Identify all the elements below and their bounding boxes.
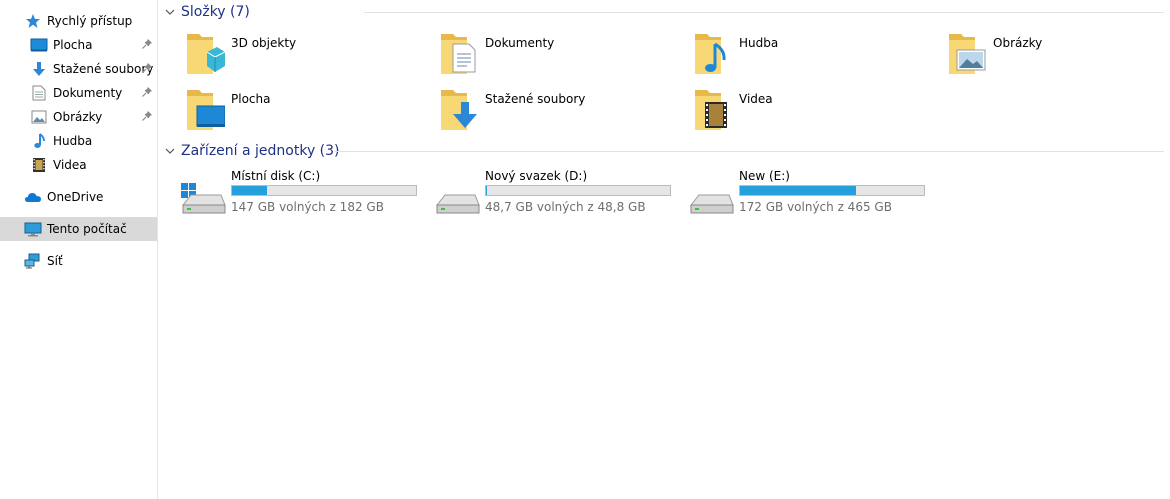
drive-name: Místní disk (C:) <box>231 169 321 183</box>
folder-tile-3d-objekty[interactable]: 3D objekty <box>185 30 425 82</box>
documents-folder-icon <box>441 34 476 74</box>
drive-tile-c[interactable]: Místní disk (C:) 147 GB volných z 182 GB <box>181 169 431 221</box>
drive-usage-fill <box>232 186 267 195</box>
pictures-folder-icon <box>949 34 986 74</box>
folder-tile-hudba[interactable]: Hudba <box>693 30 933 82</box>
sidebar-item-label: Dokumenty <box>53 86 123 100</box>
chevron-down-icon[interactable] <box>164 6 176 18</box>
pin-icon[interactable] <box>141 38 153 50</box>
sidebar-item-label: Hudba <box>53 134 93 148</box>
group-divider <box>334 151 1164 152</box>
sidebar-item-label: OneDrive <box>47 190 104 204</box>
system-drive-icon <box>181 183 226 214</box>
drive-usage-bar <box>739 185 925 196</box>
sidebar-item-dokumenty[interactable]: Dokumenty <box>0 81 157 105</box>
drive-tile-e[interactable]: New (E:) 172 GB volných z 465 GB <box>689 169 939 221</box>
drive-free-space: 147 GB volných z 182 GB <box>231 200 384 214</box>
sidebar-item-onedrive[interactable]: OneDrive <box>0 185 157 209</box>
folder-name: Plocha <box>231 92 271 106</box>
sidebar-item-stazene-soubory[interactable]: Stažené soubory <box>0 57 157 81</box>
drive-tile-d[interactable]: Nový svazek (D:) 48,7 GB volných z 48,8 … <box>435 169 685 221</box>
drive-free-space: 172 GB volných z 465 GB <box>739 200 892 214</box>
desktop-folder-icon <box>187 90 225 130</box>
pin-icon[interactable] <box>141 86 153 98</box>
folder-tile-stazene-soubory[interactable]: Stažené soubory <box>439 86 679 138</box>
sidebar-item-label: Obrázky <box>53 110 103 124</box>
navigation-pane: Rychlý přístup Plocha Stažené soubory Do… <box>0 0 158 499</box>
sidebar-item-label: Stažené soubory <box>53 62 154 76</box>
chevron-down-icon[interactable] <box>164 145 176 157</box>
folder-name: Dokumenty <box>485 36 555 50</box>
onedrive-cloud-icon <box>24 188 42 206</box>
drive-free-space: 48,7 GB volných z 48,8 GB <box>485 200 646 214</box>
group-title: Zařízení a jednotky (3) <box>181 143 340 159</box>
folder-tile-dokumenty[interactable]: Dokumenty <box>439 30 679 82</box>
sidebar-item-obrazky[interactable]: Obrázky <box>0 105 157 129</box>
drive-name: Nový svazek (D:) <box>485 169 588 183</box>
drive-name: New (E:) <box>739 169 790 183</box>
pictures-icon <box>30 108 48 126</box>
drives-group-header[interactable]: Zařízení a jednotky (3) <box>164 141 1164 161</box>
sidebar-item-label: Videa <box>53 158 87 172</box>
desktop-icon <box>30 36 48 54</box>
folder-name: Hudba <box>739 36 779 50</box>
downloads-folder-icon <box>441 90 477 130</box>
folder-name: Stažené soubory <box>485 92 586 106</box>
sidebar-item-label: Síť <box>47 254 63 268</box>
group-divider <box>364 12 1164 13</box>
pin-icon[interactable] <box>141 62 153 74</box>
drive-usage-fill <box>740 186 856 195</box>
folder-name: Videa <box>739 92 773 106</box>
pin-icon[interactable] <box>141 110 153 122</box>
sidebar-item-plocha[interactable]: Plocha <box>0 33 157 57</box>
3d-objects-folder-icon <box>187 34 225 74</box>
drive-usage-bar <box>485 185 671 196</box>
network-icon <box>24 252 42 270</box>
videos-folder-icon <box>695 90 727 130</box>
folder-name: Obrázky <box>993 36 1043 50</box>
computer-icon <box>24 220 42 238</box>
folder-tile-plocha[interactable]: Plocha <box>185 86 425 138</box>
downloads-icon <box>30 60 48 78</box>
sidebar-item-label: Tento počítač <box>47 222 127 236</box>
music-icon <box>30 132 48 150</box>
drive-usage-bar <box>231 185 417 196</box>
sidebar-item-network[interactable]: Síť <box>0 249 157 273</box>
folder-tile-videa[interactable]: Videa <box>693 86 933 138</box>
group-title: Složky (7) <box>181 4 250 20</box>
sidebar-item-quick-access[interactable]: Rychlý přístup <box>0 9 157 33</box>
music-folder-icon <box>695 34 726 74</box>
folder-tile-obrazky[interactable]: Obrázky <box>947 30 1170 82</box>
documents-icon <box>30 84 48 102</box>
videos-icon <box>30 156 48 174</box>
sidebar-item-label: Rychlý přístup <box>47 14 133 28</box>
sidebar-item-hudba[interactable]: Hudba <box>0 129 157 153</box>
star-icon <box>24 12 42 30</box>
hard-drive-icon <box>435 194 480 214</box>
sidebar-item-videa[interactable]: Videa <box>0 153 157 177</box>
hard-drive-icon <box>689 194 734 214</box>
folders-group-header[interactable]: Složky (7) <box>164 2 1164 22</box>
sidebar-item-label: Plocha <box>53 38 93 52</box>
sidebar-item-this-pc[interactable]: Tento počítač <box>0 217 157 241</box>
folder-name: 3D objekty <box>231 36 297 50</box>
